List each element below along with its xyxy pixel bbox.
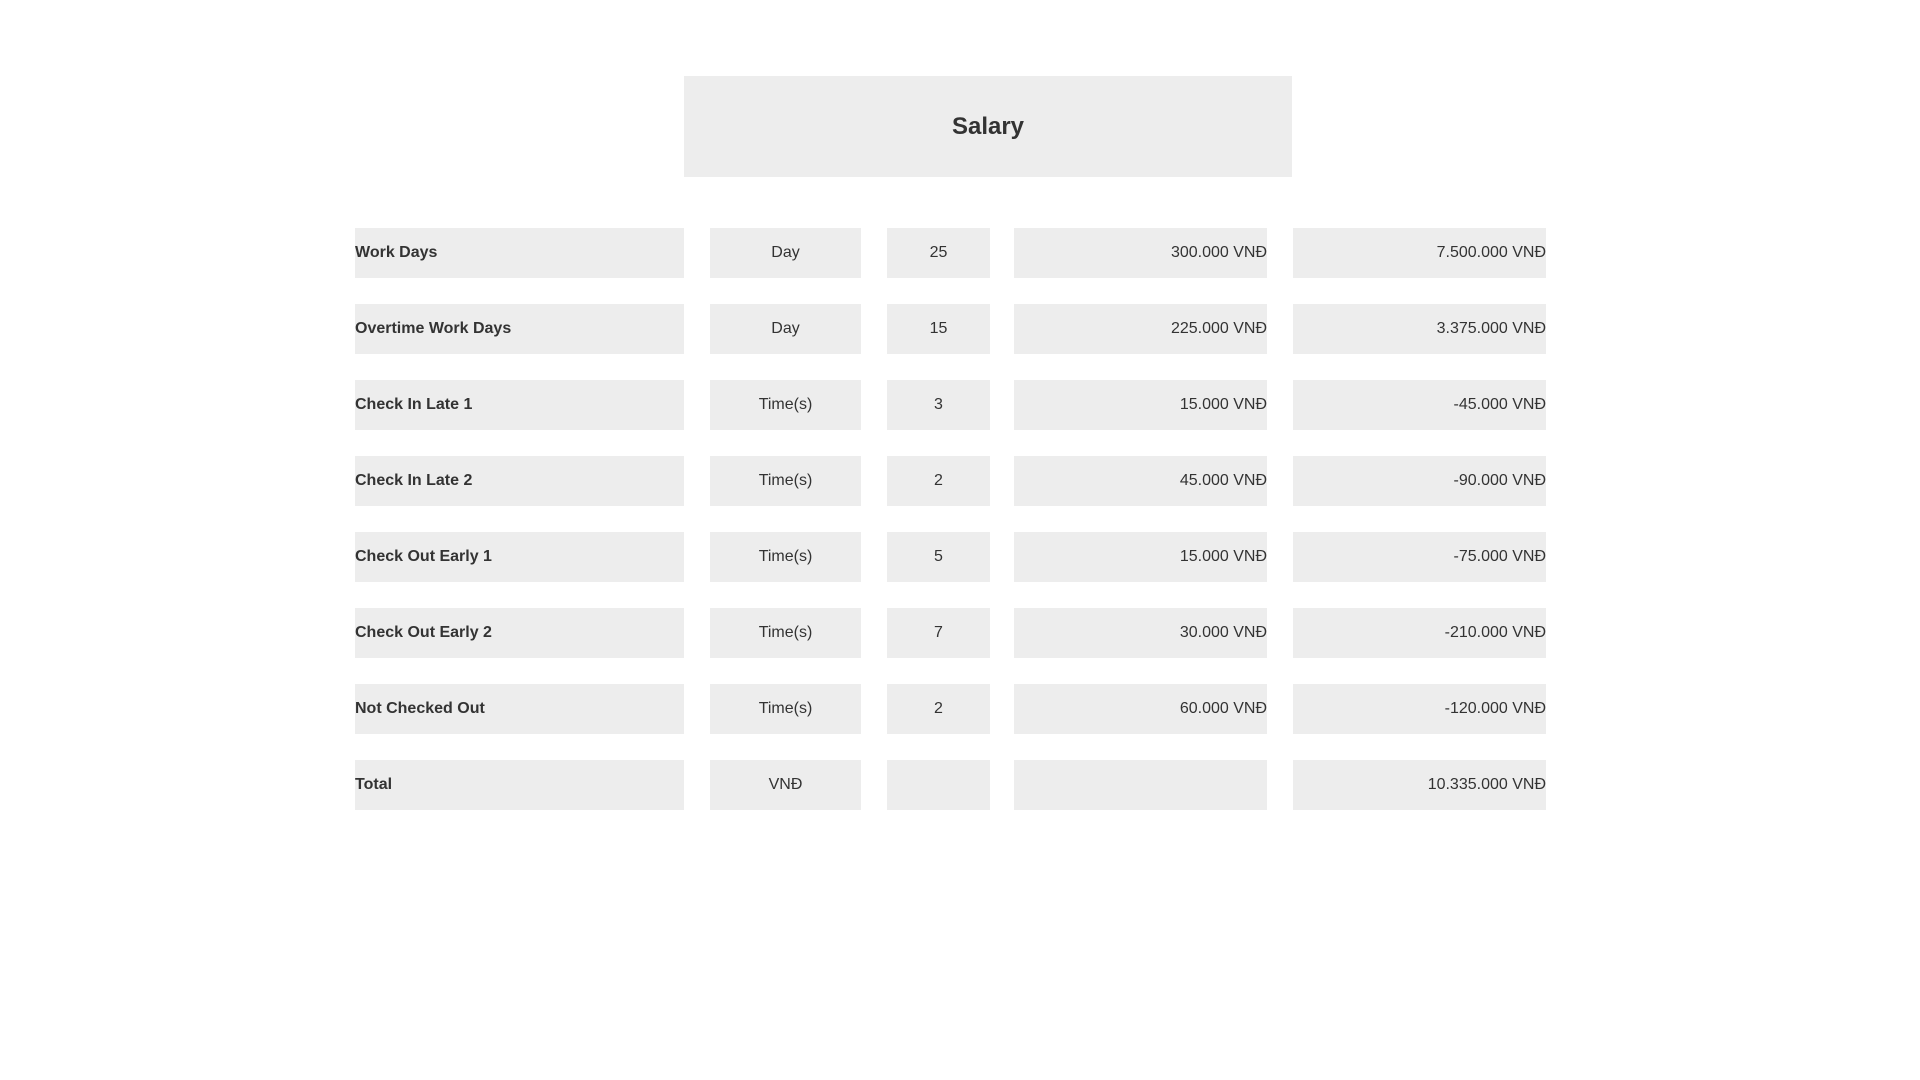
row-rate: 300.000 VNĐ	[1014, 228, 1267, 278]
row-quantity: 3	[887, 380, 990, 430]
row-amount: 3.375.000 VNĐ	[1293, 304, 1546, 354]
total-quantity	[887, 760, 990, 810]
row-unit: Time(s)	[710, 608, 861, 658]
row-quantity: 2	[887, 684, 990, 734]
row-amount: -120.000 VNĐ	[1293, 684, 1546, 734]
row-amount: 7.500.000 VNĐ	[1293, 228, 1546, 278]
row-amount: -75.000 VNĐ	[1293, 532, 1546, 582]
total-label: Total	[355, 760, 684, 810]
row-unit: Day	[710, 304, 861, 354]
row-rate: 45.000 VNĐ	[1014, 456, 1267, 506]
page-title: Salary	[684, 76, 1292, 177]
row-quantity: 15	[887, 304, 990, 354]
salary-table: Work Days Day 25 300.000 VNĐ 7.500.000 V…	[355, 228, 1547, 836]
table-row: Check Out Early 2 Time(s) 7 30.000 VNĐ -…	[355, 608, 1547, 658]
row-quantity: 5	[887, 532, 990, 582]
table-row: Check Out Early 1 Time(s) 5 15.000 VNĐ -…	[355, 532, 1547, 582]
total-rate	[1014, 760, 1267, 810]
row-rate: 225.000 VNĐ	[1014, 304, 1267, 354]
total-row: Total VNĐ 10.335.000 VNĐ	[355, 760, 1547, 810]
row-unit: Time(s)	[710, 532, 861, 582]
total-unit: VNĐ	[710, 760, 861, 810]
row-rate: 15.000 VNĐ	[1014, 532, 1267, 582]
row-unit: Time(s)	[710, 380, 861, 430]
row-label: Work Days	[355, 228, 684, 278]
row-quantity: 25	[887, 228, 990, 278]
row-amount: -45.000 VNĐ	[1293, 380, 1546, 430]
row-rate: 15.000 VNĐ	[1014, 380, 1267, 430]
row-quantity: 7	[887, 608, 990, 658]
salary-page: Salary Work Days Day 25 300.000 VNĐ 7.50…	[0, 0, 1920, 1080]
row-label: Check Out Early 2	[355, 608, 684, 658]
table-row: Check In Late 1 Time(s) 3 15.000 VNĐ -45…	[355, 380, 1547, 430]
table-row: Check In Late 2 Time(s) 2 45.000 VNĐ -90…	[355, 456, 1547, 506]
table-row: Work Days Day 25 300.000 VNĐ 7.500.000 V…	[355, 228, 1547, 278]
row-unit: Time(s)	[710, 456, 861, 506]
total-amount: 10.335.000 VNĐ	[1293, 760, 1546, 810]
row-rate: 60.000 VNĐ	[1014, 684, 1267, 734]
row-quantity: 2	[887, 456, 990, 506]
row-rate: 30.000 VNĐ	[1014, 608, 1267, 658]
row-label: Check Out Early 1	[355, 532, 684, 582]
row-label: Check In Late 1	[355, 380, 684, 430]
row-amount: -90.000 VNĐ	[1293, 456, 1546, 506]
row-amount: -210.000 VNĐ	[1293, 608, 1546, 658]
row-label: Not Checked Out	[355, 684, 684, 734]
row-label: Overtime Work Days	[355, 304, 684, 354]
table-row: Not Checked Out Time(s) 2 60.000 VNĐ -12…	[355, 684, 1547, 734]
row-unit: Day	[710, 228, 861, 278]
row-label: Check In Late 2	[355, 456, 684, 506]
row-unit: Time(s)	[710, 684, 861, 734]
table-row: Overtime Work Days Day 15 225.000 VNĐ 3.…	[355, 304, 1547, 354]
